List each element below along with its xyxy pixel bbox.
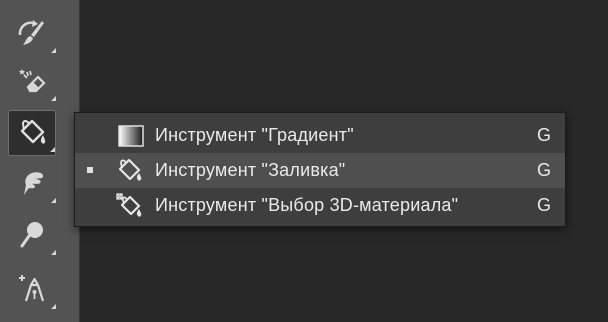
tools-panel <box>0 0 80 322</box>
gradient-icon <box>113 121 149 151</box>
submenu-indicator-icon <box>51 96 56 101</box>
history-brush-tool[interactable] <box>8 10 56 56</box>
history-brush-icon <box>18 20 44 45</box>
menu-item-gradient-tool[interactable]: Инструмент "Градиент" G <box>75 118 565 153</box>
submenu-indicator-icon <box>51 304 56 309</box>
3d-material-drop-icon <box>113 191 149 221</box>
dodge-icon <box>20 222 43 248</box>
menu-item-label: Инструмент "Выбор 3D-материала" <box>155 195 459 215</box>
menu-item-label: Инструмент "Градиент" <box>155 125 354 145</box>
smudge-tool[interactable] <box>8 160 56 206</box>
smudge-icon <box>24 172 44 195</box>
dodge-tool[interactable] <box>8 212 56 258</box>
menu-item-shortcut: G <box>536 125 551 145</box>
photoshop-workspace: Инструмент "Градиент" G Инструмент "Зали… <box>0 0 608 322</box>
submenu-indicator-icon <box>50 147 55 152</box>
paint-bucket-icon <box>20 119 46 144</box>
submenu-indicator-icon <box>51 250 56 255</box>
pen-icon <box>19 275 45 302</box>
eraser-tool[interactable] <box>8 58 56 104</box>
eraser-icon <box>19 69 46 93</box>
menu-item-3d-material-drop-tool[interactable]: Инструмент "Выбор 3D-материала" G <box>75 188 565 223</box>
pen-tool[interactable] <box>8 266 56 312</box>
menu-item-paint-bucket-tool[interactable]: Инструмент "Заливка" G <box>75 153 565 188</box>
selected-bullet-icon <box>87 167 93 173</box>
submenu-indicator-icon <box>51 198 56 203</box>
menu-item-label: Инструмент "Заливка" <box>155 160 346 180</box>
tool-flyout-menu: Инструмент "Градиент" G Инструмент "Зали… <box>74 112 566 227</box>
paint-bucket-icon <box>113 156 149 186</box>
submenu-indicator-icon <box>51 48 56 53</box>
paint-bucket-tool[interactable] <box>8 110 56 156</box>
menu-item-shortcut: G <box>536 160 551 180</box>
menu-item-shortcut: G <box>536 195 551 215</box>
